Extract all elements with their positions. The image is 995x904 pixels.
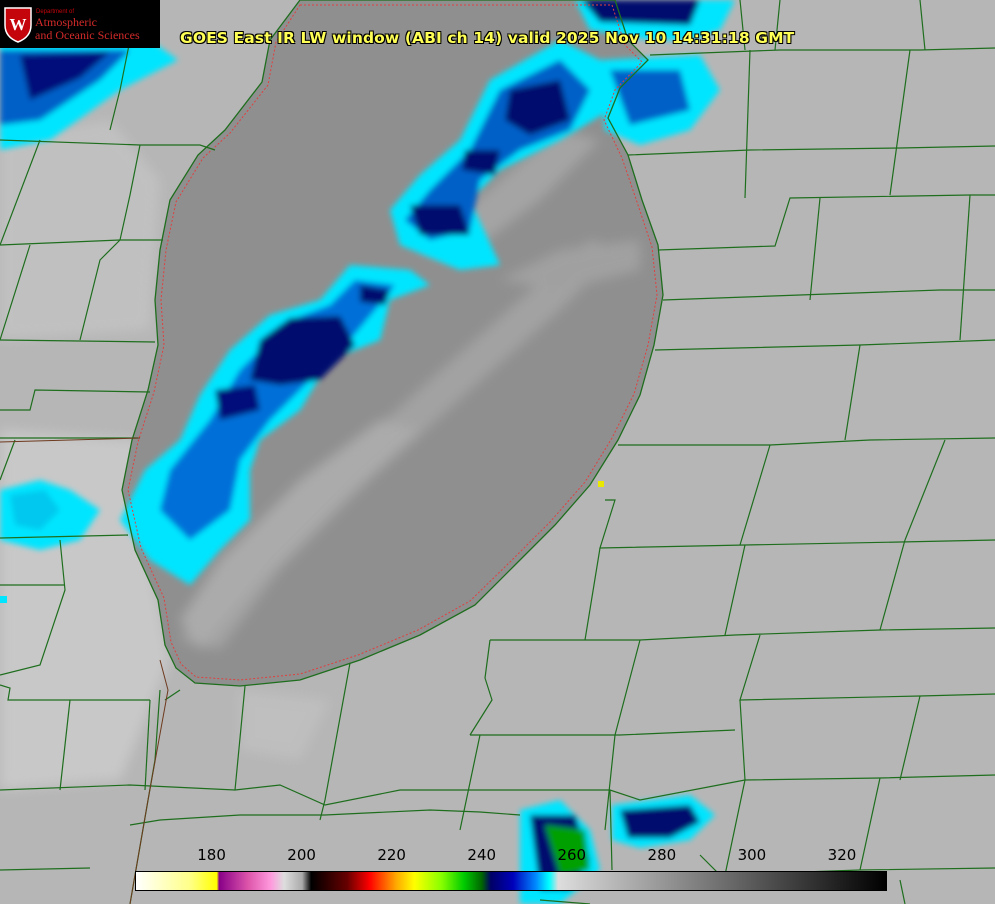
colorbar-tick-260: 260 [557, 846, 587, 864]
colorbar-tick-220: 220 [377, 846, 406, 864]
colorbar-tick-280: 280 [647, 846, 677, 864]
colorbar-tick-300: 300 [737, 846, 767, 864]
small-cloud-pixel [0, 596, 7, 603]
crest-letter: W [10, 15, 27, 34]
logo-line-2: and Oceanic Sciences [35, 28, 140, 42]
satellite-viewer: W Department of Atmospheric and Oceanic … [0, 0, 995, 904]
colorbar-tick-240: 240 [467, 846, 497, 864]
temperature-colorbar [135, 871, 887, 891]
ir-satellite-map[interactable] [0, 0, 995, 904]
crest-icon: W [4, 7, 32, 43]
uw-aos-logo: W Department of Atmospheric and Oceanic … [0, 0, 160, 48]
colorbar-tick-180: 180 [197, 846, 226, 864]
colorbar-tick-labels: 180 200 220 240 260 280 300 320 [0, 846, 995, 866]
colorbar-tick-200: 200 [287, 846, 316, 864]
colorbar-tick-320: 320 [827, 846, 857, 864]
image-title: GOES East IR LW window (ABI ch 14) valid… [180, 29, 795, 47]
station-marker [598, 481, 604, 487]
